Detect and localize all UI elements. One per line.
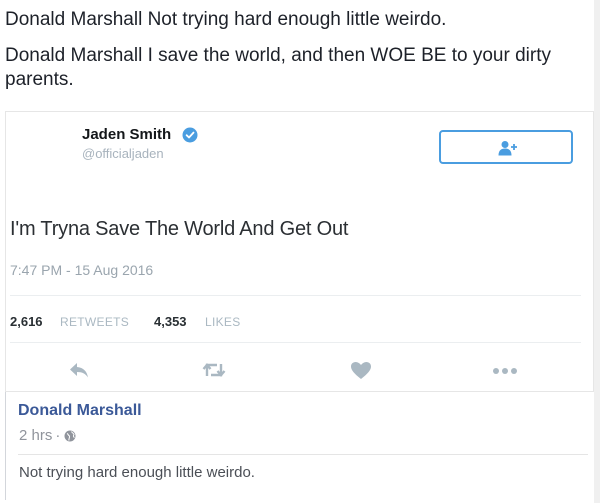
- likes-count[interactable]: 4,353: [154, 314, 187, 329]
- add-user-icon: [498, 141, 517, 156]
- tweet-author-name[interactable]: Jaden Smith: [82, 126, 171, 143]
- embedded-tweet-card[interactable]: Jaden Smith @officialjaden I'm Tryna Sav…: [5, 111, 594, 392]
- right-edge-strip: [594, 0, 600, 503]
- tweet-divider: [10, 342, 581, 343]
- meta-separator: ·: [55, 427, 61, 444]
- comment-time[interactable]: 2 hrs: [19, 427, 52, 444]
- retweets-count[interactable]: 2,616: [10, 314, 43, 329]
- post-text-line-1: Donald Marshall Not trying hard enough l…: [5, 9, 447, 30]
- tweet-text: I'm Tryna Save The World And Get Out: [10, 218, 349, 240]
- comment-meta: 2 hrs ·: [19, 427, 76, 444]
- tweet-timestamp[interactable]: 7:47 PM - 15 Aug 2016: [10, 262, 153, 278]
- comment-divider: [18, 454, 588, 455]
- heart-icon[interactable]: [350, 361, 372, 380]
- post-text-line-2: Donald Marshall I save the world, and th…: [5, 45, 551, 90]
- comment-author[interactable]: Donald Marshall: [18, 402, 142, 420]
- verified-badge-icon: [182, 127, 198, 143]
- globe-icon[interactable]: [64, 430, 76, 442]
- follow-button[interactable]: [439, 130, 573, 164]
- comment-block: Donald Marshall 2 hrs · Not trying hard e…: [5, 392, 594, 500]
- retweets-label[interactable]: RETWEETS: [60, 315, 129, 329]
- retweet-icon[interactable]: [202, 361, 226, 379]
- comment-text: Not trying hard enough little weirdo.: [19, 464, 255, 481]
- tweet-author-handle[interactable]: @officialjaden: [82, 146, 164, 161]
- tweet-divider: [10, 295, 581, 296]
- more-icon[interactable]: [492, 361, 518, 379]
- reply-icon[interactable]: [68, 361, 90, 379]
- likes-label[interactable]: LIKES: [205, 315, 241, 329]
